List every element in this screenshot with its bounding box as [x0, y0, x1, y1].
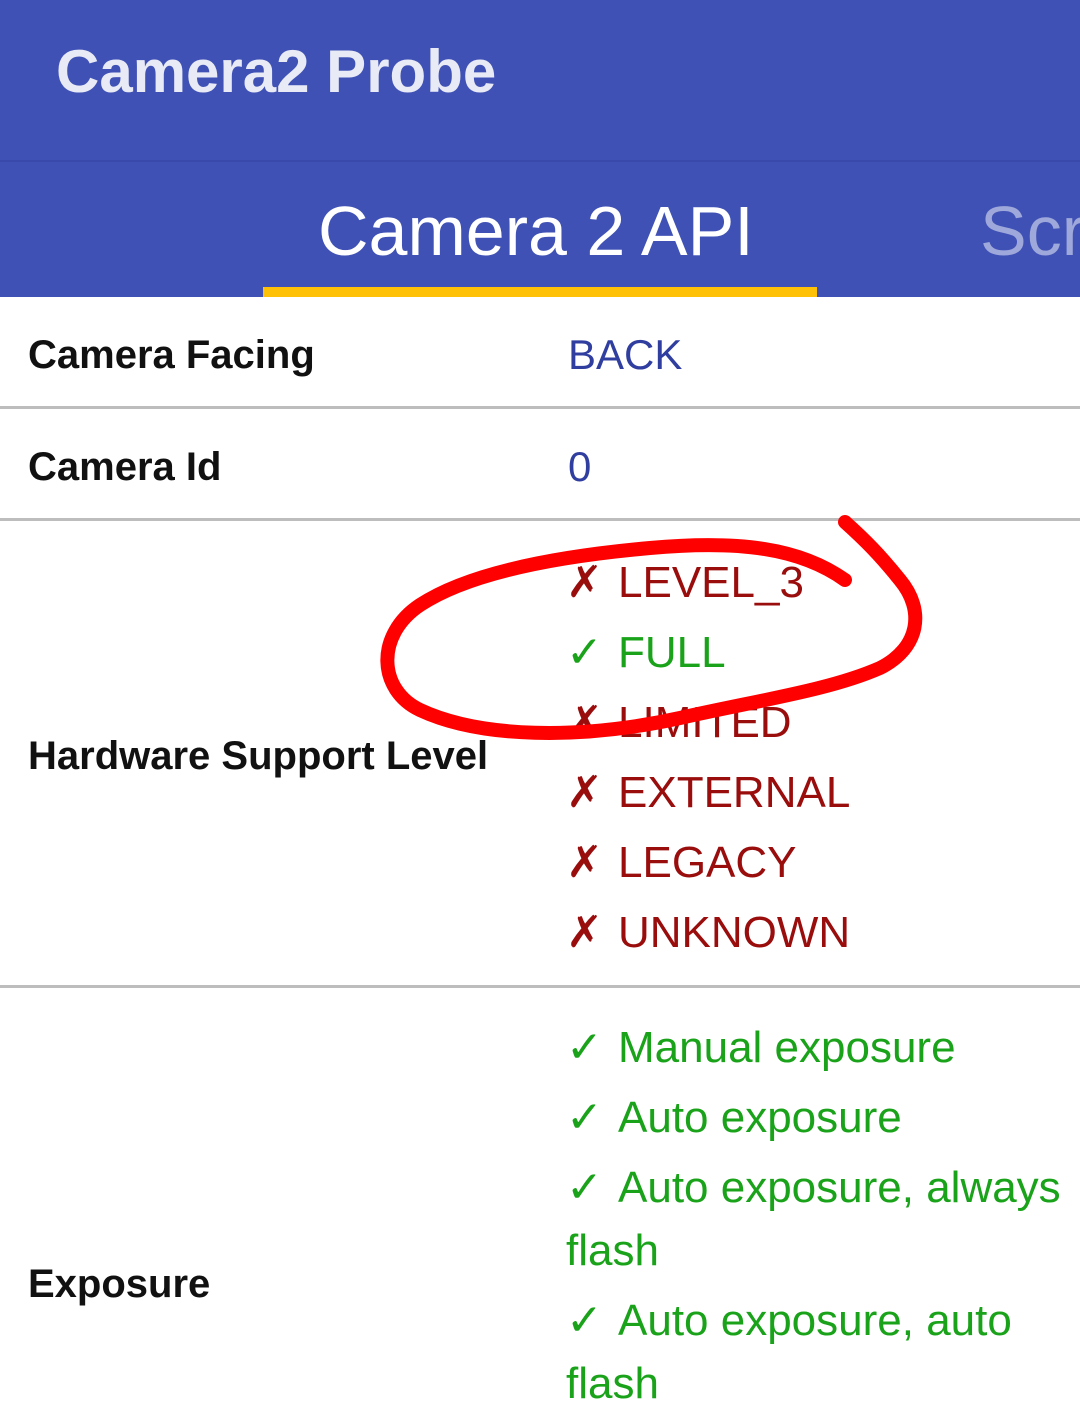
hardware-level-list: ✗ LEVEL_3 ✓ FULL ✗ LIMITED ✗ EXTERNAL ✗ LEGAC…: [566, 553, 850, 973]
check-icon: ✓: [566, 1093, 603, 1142]
cross-icon: ✗: [566, 698, 603, 747]
row-camera-id: Camera Id 0: [0, 409, 1080, 521]
level-text: LEVEL_3: [618, 558, 804, 607]
level-text: LIMITED: [618, 698, 792, 747]
check-icon: ✓: [566, 628, 603, 677]
hardware-support-level-label: Hardware Support Level: [28, 734, 489, 778]
cross-icon: ✗: [566, 838, 603, 887]
list-item: ✓ Auto exposure: [566, 1086, 1066, 1149]
level-text: FULL: [618, 628, 726, 677]
list-item: ✓ Auto exposure, always flash: [566, 1156, 1066, 1282]
exposure-text: Manual exposure: [618, 1023, 956, 1072]
row-camera-facing: Camera Facing BACK: [0, 297, 1080, 409]
level-text: UNKNOWN: [618, 908, 851, 957]
row-exposure: Exposure ✓ Manual exposure ✓ Auto exposure…: [0, 988, 1080, 1408]
check-icon: ✓: [566, 1296, 603, 1345]
tab-next-partial[interactable]: Scr: [980, 190, 1080, 272]
cross-icon: ✗: [566, 908, 603, 957]
list-item: ✗ LEVEL_3: [566, 553, 850, 623]
tab-bar: Camera 2 API Scr: [0, 162, 1080, 297]
app-bar: Camera2 Probe: [0, 0, 1080, 162]
level-text: EXTERNAL: [618, 768, 851, 817]
app-title: Camera2 Probe: [56, 38, 497, 105]
tab-camera2-api[interactable]: Camera 2 API: [318, 190, 754, 272]
level-text: LEGACY: [618, 838, 797, 887]
camera-facing-value: BACK: [568, 331, 683, 378]
camera-id-label: Camera Id: [28, 445, 222, 489]
list-item: ✗ EXTERNAL: [566, 763, 850, 833]
list-item: ✓ Auto exposure, auto flash: [566, 1289, 1066, 1415]
exposure-text: Auto exposure, auto flash: [566, 1296, 1012, 1408]
check-icon: ✓: [566, 1023, 603, 1072]
list-item: ✓ FULL: [566, 623, 850, 693]
row-hardware-support-level: Hardware Support Level ✗ LEVEL_3 ✓ FULL ✗ L…: [0, 521, 1080, 988]
list-item: ✗ LEGACY: [566, 833, 850, 903]
active-tab-indicator: [263, 287, 817, 297]
camera-id-value: 0: [568, 443, 592, 490]
exposure-label: Exposure: [28, 1262, 211, 1306]
check-icon: ✓: [566, 1163, 603, 1212]
cross-icon: ✗: [566, 768, 603, 817]
list-item: ✗ LIMITED: [566, 693, 850, 763]
camera-facing-label: Camera Facing: [28, 333, 315, 377]
exposure-list: ✓ Manual exposure ✓ Auto exposure ✓ Auto ex…: [566, 1016, 1066, 1422]
list-item: ✗ UNKNOWN: [566, 903, 850, 973]
list-item: ✓ Manual exposure: [566, 1016, 1066, 1079]
exposure-text: Auto exposure, always flash: [566, 1163, 1061, 1275]
exposure-text: Auto exposure: [618, 1093, 902, 1142]
cross-icon: ✗: [566, 558, 603, 607]
